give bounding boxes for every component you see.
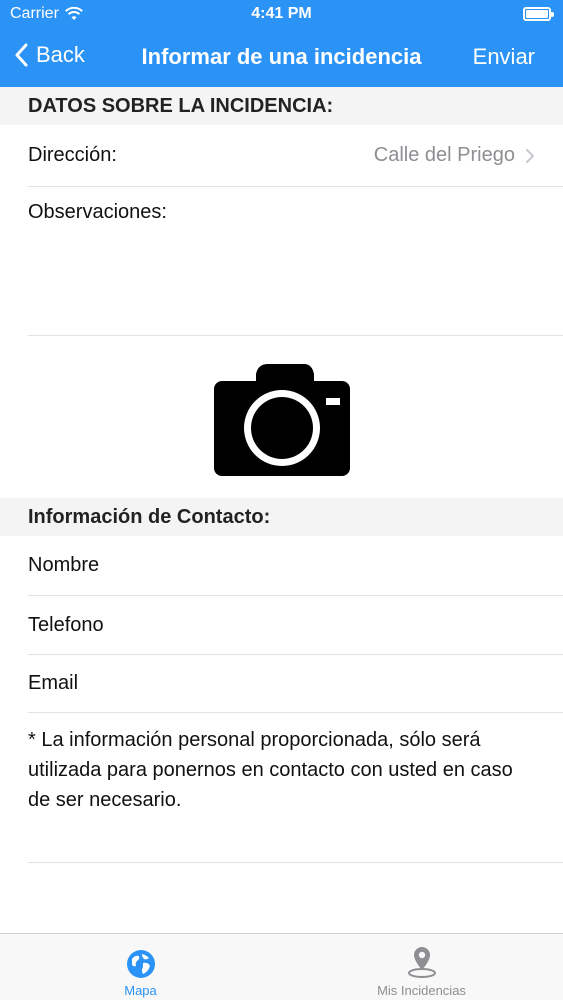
name-field[interactable]: Nombre [28,536,563,596]
contact-section-header: Información de Contacto: [0,498,563,536]
email-label: Email [28,672,79,694]
status-time: 4:41 PM [251,5,312,22]
address-value-container: Calle del Priego [374,144,535,167]
phone-label: Telefono [28,613,104,636]
tab-mis-incidencias-label: Mis Incidencias [377,983,466,998]
notes-label: Observaciones: [28,201,167,223]
address-label: Dirección: [28,144,117,166]
name-label: Nombre [28,554,100,576]
tab-mapa-label: Mapa [124,983,157,998]
address-row[interactable]: Dirección: Calle del Priego [28,125,563,187]
globe-icon [126,950,155,978]
divider [28,862,563,863]
chevron-right-icon [526,148,534,163]
incident-section-title: DATOS SOBRE LA INCIDENCIA: [28,94,334,117]
address-value: Calle del Priego [373,144,515,166]
status-bar: Carrier 4:41 PM [0,0,563,30]
navigation-bar: Back Informar de una incidencia Enviar [0,30,563,87]
tab-bar: Mapa Mis Incidencias [0,933,563,1000]
privacy-note: * La información personal proporcionada,… [28,729,513,811]
incident-section-header: DATOS SOBRE LA INCIDENCIA: [0,87,563,125]
top-bar: Carrier 4:41 PM Back Informar de una inc… [0,0,563,87]
photo-area [0,336,563,498]
phone-field[interactable]: Telefono [28,596,563,655]
tab-mis-incidencias[interactable]: Mis Incidencias [281,934,562,1000]
email-field[interactable]: Email [28,655,563,713]
contact-section-title: Información de Contacto: [28,505,271,528]
camera-icon[interactable] [213,364,350,476]
map-pin-icon [407,947,436,978]
send-button[interactable]: Enviar [473,44,535,70]
tab-mapa[interactable]: Mapa [0,934,281,1000]
battery-icon [523,7,554,21]
notes-field[interactable]: Observaciones: [28,187,563,336]
